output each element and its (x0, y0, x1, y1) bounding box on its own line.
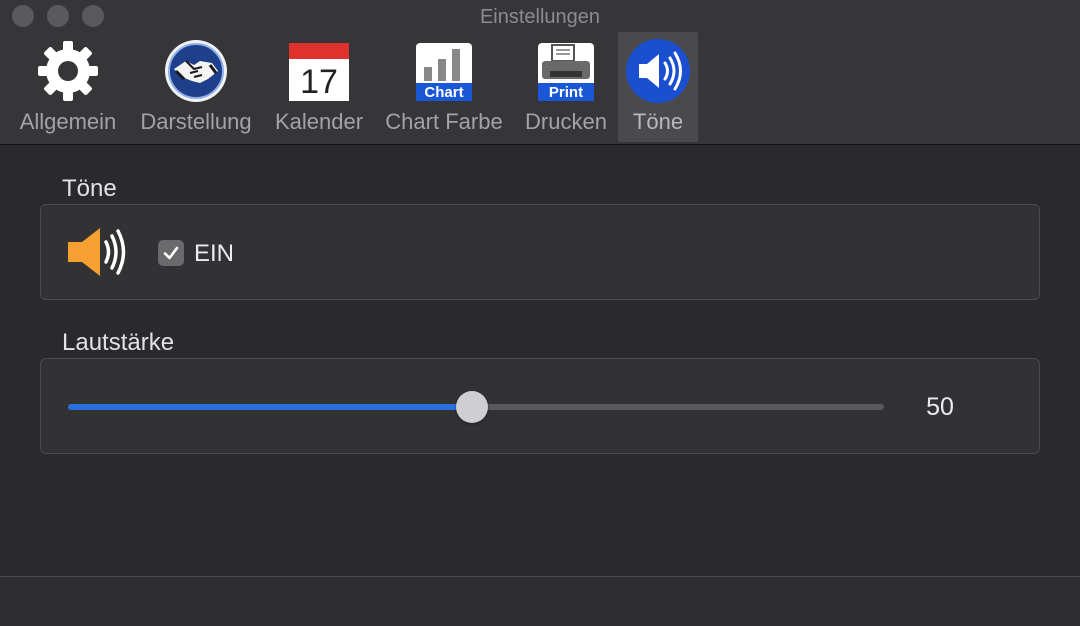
volume-slider-fill (68, 404, 472, 410)
toolbar-item-label: Darstellung (140, 109, 252, 134)
volume-slider[interactable] (68, 391, 884, 423)
toolbar-item-darstellung[interactable]: Darstellung (134, 32, 258, 142)
svg-text:Chart: Chart (424, 84, 463, 101)
toolbar-item-chart-farbe[interactable]: Chart Chart Farbe (380, 32, 508, 142)
window-titlebar: Einstellungen Allgemein Darstellung 17 K… (0, 0, 1080, 145)
printer-icon: Print (533, 38, 599, 104)
toolbar-item-label: Drucken (525, 109, 607, 134)
speaker-icon (625, 38, 691, 104)
volume-slider-thumb[interactable] (456, 391, 488, 423)
svg-text:Print: Print (549, 84, 583, 101)
toolbar-item-allgemein[interactable]: Allgemein (12, 32, 124, 142)
speaker-orange-icon (66, 226, 130, 278)
calendar-icon: 17 (286, 38, 352, 104)
svg-text:17: 17 (300, 63, 338, 101)
gear-icon (35, 38, 101, 104)
toolbar-item-drucken[interactable]: Print Drucken (518, 32, 614, 142)
chart-icon: Chart (411, 38, 477, 104)
handshake-icon (163, 38, 229, 104)
sounds-section-title: Töne (62, 175, 117, 202)
volume-value: 50 (926, 393, 954, 421)
sounds-on-label: EIN (194, 240, 235, 267)
sounds-box (40, 204, 1040, 300)
toolbar-item-label: Allgemein (19, 109, 117, 134)
sounds-on-checkbox[interactable] (158, 240, 184, 266)
toolbar-item-kalender[interactable]: 17 Kalender (268, 32, 370, 142)
window-title: Einstellungen (479, 6, 601, 28)
toolbar-item-label: Töne (632, 109, 684, 134)
checkmark-icon (163, 246, 179, 260)
toolbar-item-toene[interactable]: Töne (618, 32, 698, 142)
toolbar-item-label: Chart Farbe (385, 109, 503, 134)
volume-section-title: Lautstärke (62, 329, 175, 356)
toolbar-item-label: Kalender (274, 109, 364, 134)
window-footer (0, 577, 1080, 626)
